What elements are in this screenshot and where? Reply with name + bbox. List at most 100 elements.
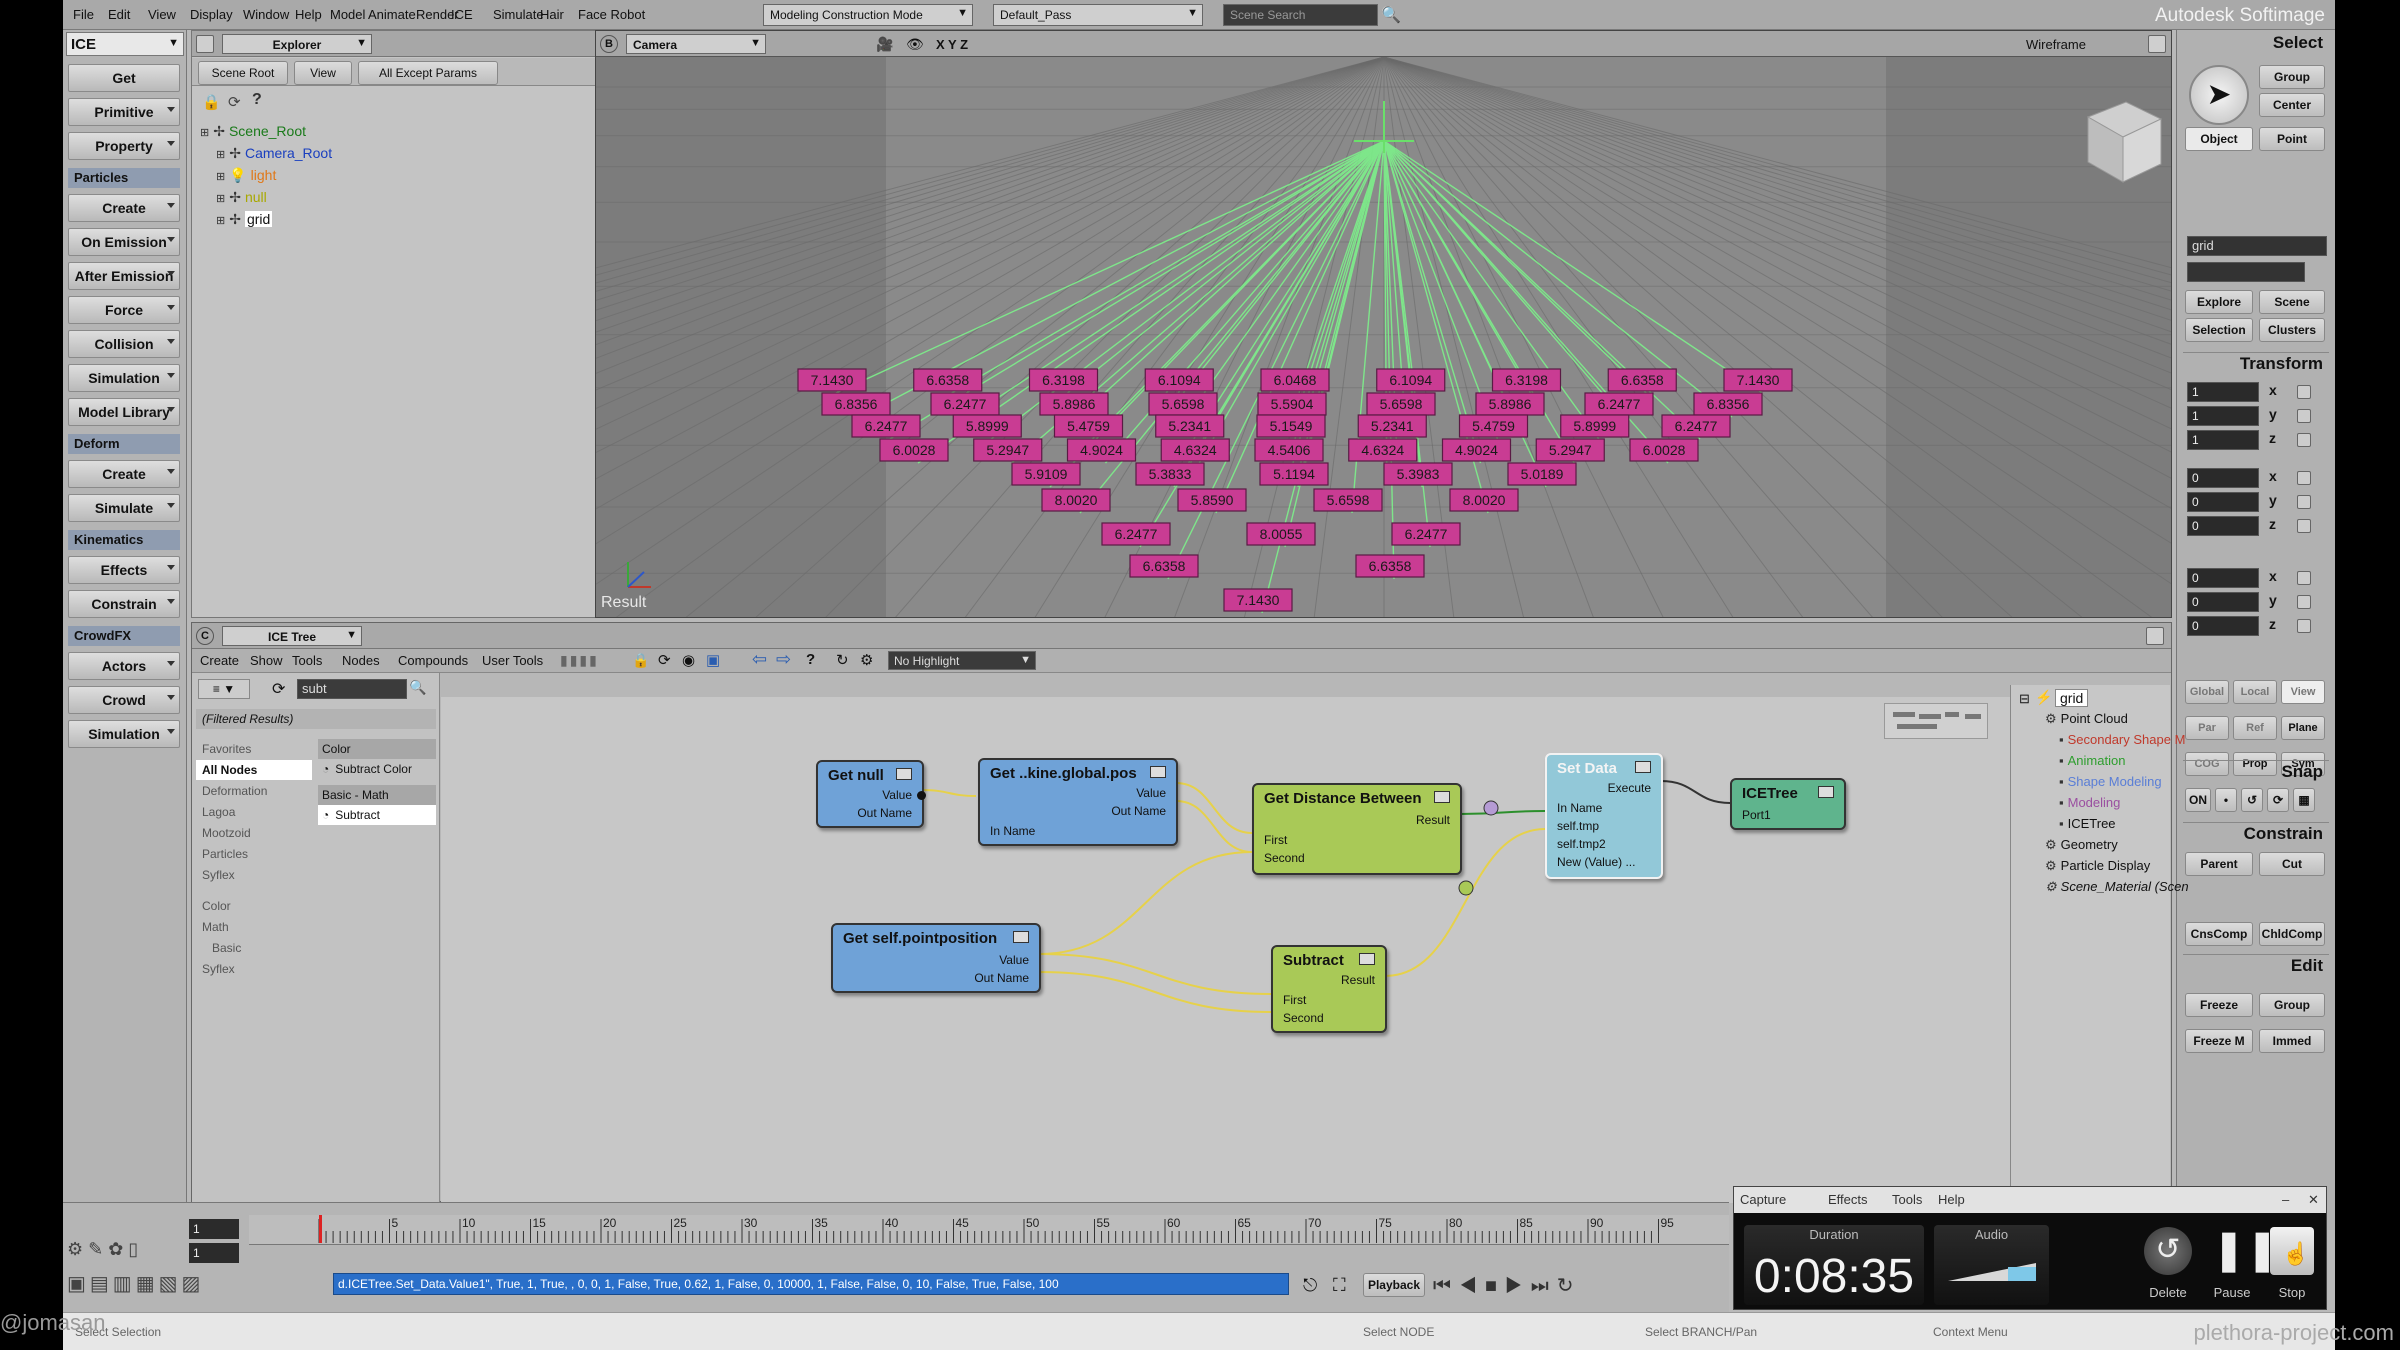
ice-menu-compounds[interactable]: Compounds [398,653,468,668]
current-frame-field[interactable]: 1 [189,1243,239,1263]
translate-z-field[interactable]: 0 [2187,616,2259,636]
toolbar-button-simulate[interactable]: Simulate [68,494,180,522]
toolbar-button-simulation[interactable]: Simulation [68,720,180,748]
clusters-button[interactable]: Clusters [2259,318,2325,342]
minimize-icon[interactable]: – [2282,1192,2289,1207]
node-menu-icon[interactable] [1635,761,1651,773]
toolbar-button-collision[interactable]: Collision [68,330,180,358]
toolbar-button-primitive[interactable]: Primitive [68,98,180,126]
rotate-z-field[interactable]: 0 [2187,516,2259,536]
tree-item-camera_root[interactable]: ⊞ ✢ Camera_Root [216,145,332,162]
playhead[interactable] [319,1215,322,1243]
node-get-self-pointposition[interactable]: Get self.pointposition Value Out Name [831,923,1041,993]
category-lagoa[interactable]: Lagoa [196,802,312,822]
layout-icons[interactable]: ▣▤▥▦▧▨ [67,1271,204,1296]
capture-menu-item[interactable]: Capture [1740,1192,1786,1207]
node-subtract[interactable]: Subtract Result First Second [1271,945,1387,1033]
scene-tree-item[interactable]: ⚙ Particle Display [2045,858,2150,874]
scale-x-field[interactable]: 1 [2187,382,2259,402]
maximize-icon[interactable] [2148,35,2166,53]
scene-tree-item[interactable]: ▪ ICETree [2059,816,2116,831]
lock-icon[interactable]: 🔒 [202,93,221,111]
script-command-line[interactable]: d.ICETree.Set_Data.Value1", True, 1, Tru… [333,1273,1289,1295]
select-arrow-button[interactable]: ➤ [2189,65,2249,125]
scope-button[interactable]: Scene Root [198,61,288,85]
toolbar-button-model-library[interactable]: Model Library [68,398,180,426]
ice-menu-create[interactable]: Create [200,653,239,668]
category-basic[interactable]: Basic [196,938,312,958]
ice-menu-show[interactable]: Show [250,653,283,668]
node-get-distance-between[interactable]: Get Distance Between Result First Second [1252,783,1462,875]
camera-icon[interactable]: 🎥 [876,36,893,53]
scale-y-field[interactable]: 1 [2187,406,2259,426]
menu-file[interactable]: File [73,7,94,22]
lock-icon[interactable]: 🔒 [632,652,649,669]
menu-model[interactable]: Model [330,7,365,22]
toolbar-button-on-emission[interactable]: On Emission [68,228,180,256]
node-menu-icon[interactable] [1013,931,1029,943]
axis-toggle[interactable] [2297,571,2311,585]
node-get-null[interactable]: Get null Value Out Name [816,760,926,828]
axis-toggle[interactable] [2297,433,2311,447]
expand-icon[interactable]: ⊞ [216,215,225,227]
forward-arrow-icon[interactable]: ⇨ [776,649,791,670]
category-all-nodes[interactable]: All Nodes [196,760,312,780]
node-menu-icon[interactable] [896,768,912,780]
cycle-icon[interactable]: ↻ [836,651,849,669]
space-par-button[interactable]: Par [2185,716,2229,740]
toolbar-button-actors[interactable]: Actors [68,652,180,680]
scene-tree-item[interactable]: ▪ Shape Modeling [2059,774,2162,789]
refresh-icon[interactable]: ⟳ [272,679,285,699]
category-syflex[interactable]: Syflex [196,959,312,979]
scene-tree-item[interactable]: ⚙ Geometry [2045,837,2118,853]
category-deformation[interactable]: Deformation [196,781,312,801]
category-math[interactable]: Math [196,917,312,937]
selection-button[interactable]: Selection [2185,318,2253,342]
eye-icon[interactable]: 👁 [906,36,924,53]
tree-item-light[interactable]: ⊞ 💡 light [216,167,276,184]
lock-icon[interactable]: ⛶ [1333,1275,1346,1296]
axis-toggle[interactable] [2297,409,2311,423]
view-button[interactable]: View [294,61,352,85]
space-global-button[interactable]: Global [2185,680,2229,704]
help-icon[interactable]: ? [252,91,262,109]
menu-help[interactable]: Help [295,7,322,22]
gear-icon[interactable]: ⚙ [860,651,873,669]
category-particles[interactable]: Particles [196,844,312,864]
chldcomp-button[interactable]: ChldComp [2259,922,2325,946]
toolbar-button-create[interactable]: Create [68,460,180,488]
tool-icons[interactable]: ⚙ ✎ ✿ ▯ [67,1239,138,1260]
menu-simulate[interactable]: Simulate [493,7,544,22]
ice-tree-title-combo[interactable]: ICE Tree ▼ [222,626,362,646]
toolbar-section-particles[interactable]: Particles [68,168,180,188]
selection-filter-field[interactable] [2187,262,2305,282]
selection-name-field[interactable]: grid [2187,236,2327,256]
toolbar-button-simulation[interactable]: Simulation [68,364,180,392]
help-icon[interactable]: ? [806,651,815,668]
category-color[interactable]: Color [196,896,312,916]
toolbar-button-constrain[interactable]: Constrain [68,590,180,618]
scene-tree-item[interactable]: ⚙ Point Cloud [2045,711,2128,727]
module-selector[interactable]: ICE ▼ [66,32,184,56]
viewport-camera[interactable]: B Camera ▼ 🎥 👁 X Y Z Wireframe 7.1430 6.63… [595,30,2172,618]
menu-face-robot[interactable]: Face Robot [578,7,645,22]
mode-combo[interactable]: Modeling Construction Mode ▼ [763,4,973,26]
tree-item-grid[interactable]: ⊞ ✢ grid [216,211,273,228]
capture-menu-item[interactable]: Help [1938,1192,1965,1207]
toolbar-section-deform[interactable]: Deform [68,434,180,454]
category-syflex[interactable]: Syflex [196,865,312,885]
node-menu-icon[interactable] [1359,953,1375,965]
layout-icons[interactable]: ▮▮▮▮ [560,652,599,669]
toolbar-button-crowd[interactable]: Crowd [68,686,180,714]
edit-group-button[interactable]: Group [2259,993,2325,1017]
axis-toggle[interactable] [2297,495,2311,509]
explore-button[interactable]: Explore [2185,290,2253,314]
scene-tree-item[interactable]: ▪ Animation [2059,753,2125,768]
graph-navigator[interactable] [1884,703,1988,739]
results-item-subtract-color[interactable]: ◔ Subtract Color [318,759,436,779]
scene-tree-item[interactable]: ▪ Secondary Shape M [2059,732,2185,747]
category-mootzoid[interactable]: Mootzoid [196,823,312,843]
viewport-letter-icon[interactable]: B [600,35,618,53]
maximize-icon[interactable] [2146,627,2164,645]
node-search-input[interactable]: subt [297,679,407,699]
